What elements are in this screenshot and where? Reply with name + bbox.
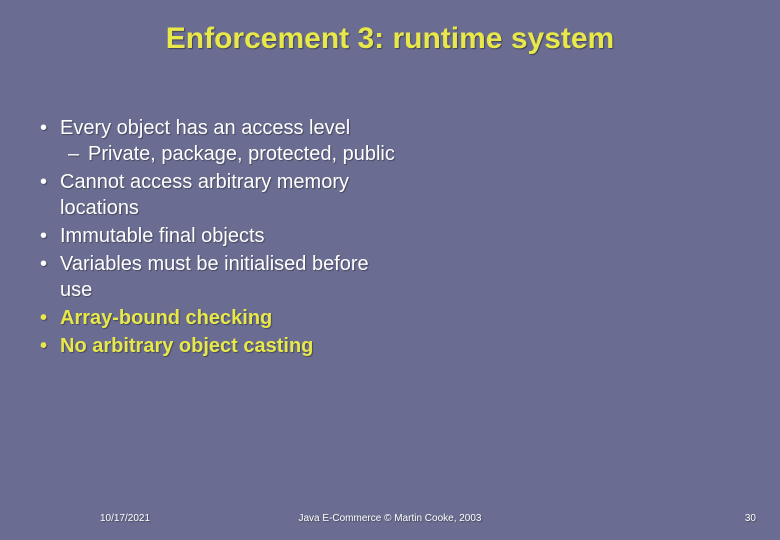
sub-bullet-item: Private, package, protected, public <box>66 141 398 167</box>
bullet-text: Every object has an access level <box>60 117 350 139</box>
slide-title: Enforcement 3: runtime system <box>0 0 780 56</box>
bullet-text: Cannot access arbitrary memory locations <box>60 171 349 219</box>
bullet-text: Variables must be initialised before use <box>60 253 369 301</box>
sub-bullet-text: Private, package, protected, public <box>88 143 395 165</box>
footer-copyright: Java E-Commerce © Martin Cooke, 2003 <box>0 513 780 524</box>
bullet-item-highlighted: No arbitrary object casting <box>38 333 398 359</box>
bullet-item: Immutable final objects <box>38 223 398 249</box>
bullet-text: Immutable final objects <box>60 225 265 247</box>
footer-page-number: 30 <box>745 513 756 524</box>
bullet-text: Array-bound checking <box>60 307 272 329</box>
bullet-item: Variables must be initialised before use <box>38 251 398 303</box>
slide-content: Every object has an access level Private… <box>38 115 398 361</box>
bullet-item-highlighted: Array-bound checking <box>38 305 398 331</box>
bullet-text: No arbitrary object casting <box>60 335 313 357</box>
bullet-item: Every object has an access level Private… <box>38 115 398 167</box>
bullet-item: Cannot access arbitrary memory locations <box>38 169 398 221</box>
